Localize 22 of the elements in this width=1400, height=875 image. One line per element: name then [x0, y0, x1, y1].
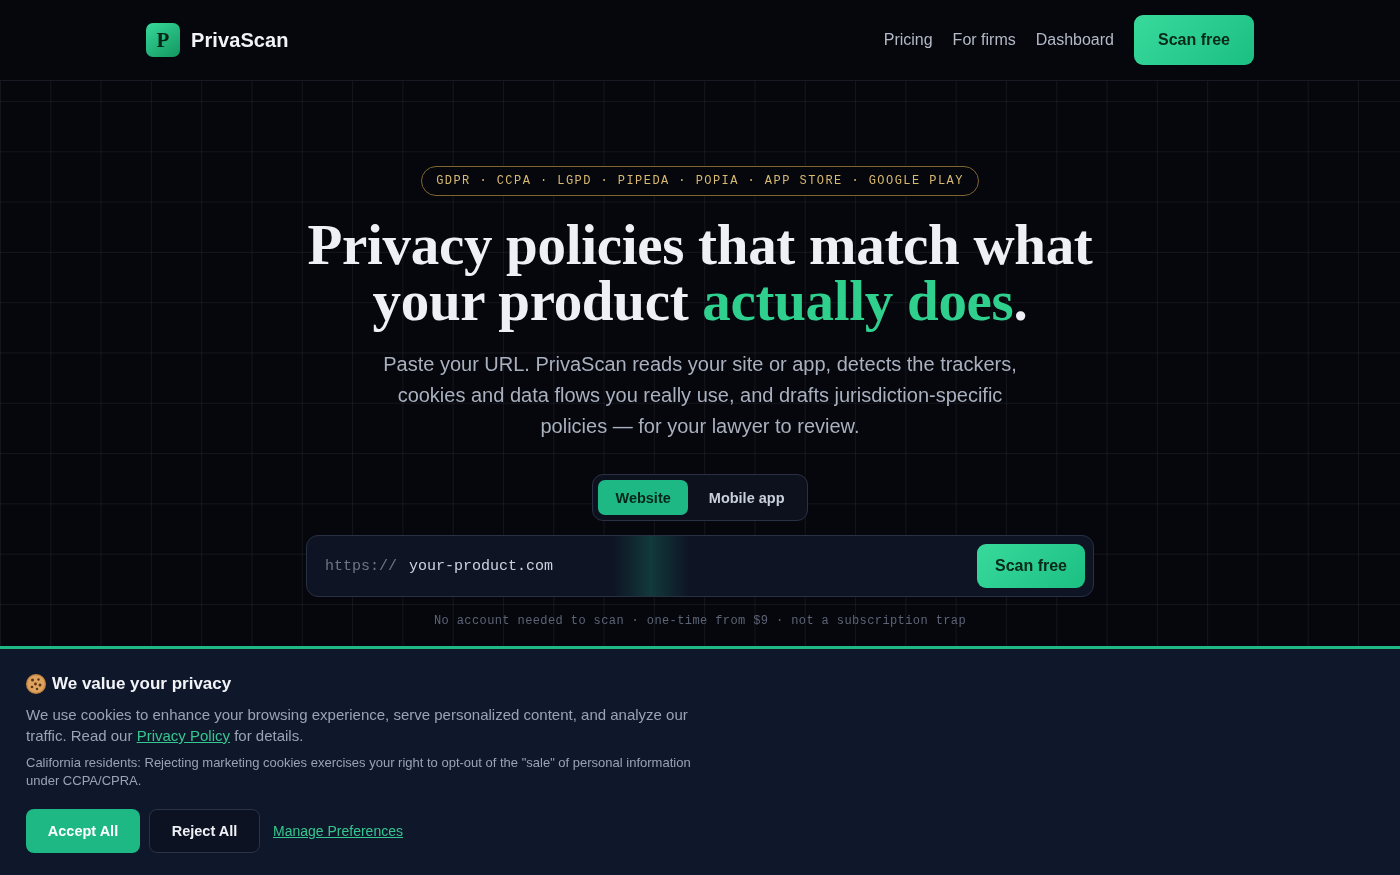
- cookie-title: We value your privacy: [52, 673, 232, 695]
- url-input[interactable]: your-product.com: [409, 546, 977, 586]
- nav-link[interactable]: For firms: [952, 31, 1016, 49]
- nav-link[interactable]: Dashboard: [1035, 31, 1114, 49]
- reject-all-button[interactable]: Reject All: [149, 809, 260, 853]
- regulations-tagline: GDPR · CCPA · LGPD · PIPEDA · POPIA · APP STORE · GOOGLE PLAY: [421, 166, 979, 196]
- privacy-policy-link[interactable]: Privacy Policy: [136, 727, 230, 744]
- hero-subtitle: Paste your URL. PrivaScan reads your site or app, detects the trackers, cookies and data flows you really use, and drafts jurisdiction-specific policies — for your lawyer to review.: [382, 352, 1018, 439]
- scan-free-button[interactable]: Scan free: [1134, 15, 1254, 65]
- mode-tab[interactable]: Mobile app: [691, 480, 802, 515]
- cookie-icon: [26, 674, 46, 694]
- nav-link[interactable]: Pricing: [883, 31, 933, 49]
- logo-mark[interactable]: P: [146, 23, 180, 57]
- ccpa-notice: California residents: Rejecting marketing cookies exercises your right to opt-out of the "sale" of personal information under CCPA/CPRA.: [26, 754, 692, 790]
- scan-button[interactable]: Scan free: [977, 544, 1085, 588]
- url-bar[interactable]: https:// your-product.com Scan free: [306, 535, 1094, 597]
- url-prefix: https://: [325, 557, 397, 575]
- manage-preferences-link[interactable]: Manage Preferences: [273, 823, 403, 839]
- hero-note: No account needed to scan · one-time from $9 · not a subscription trap: [433, 613, 967, 630]
- cookie-message: We use cookies to enhance your browsing experience, serve personalized content, and analyze our traffic. Read our Privacy Policy for details.: [26, 705, 689, 746]
- brand-name[interactable]: PrivaScan: [191, 28, 289, 52]
- mode-tab[interactable]: Website: [598, 480, 688, 515]
